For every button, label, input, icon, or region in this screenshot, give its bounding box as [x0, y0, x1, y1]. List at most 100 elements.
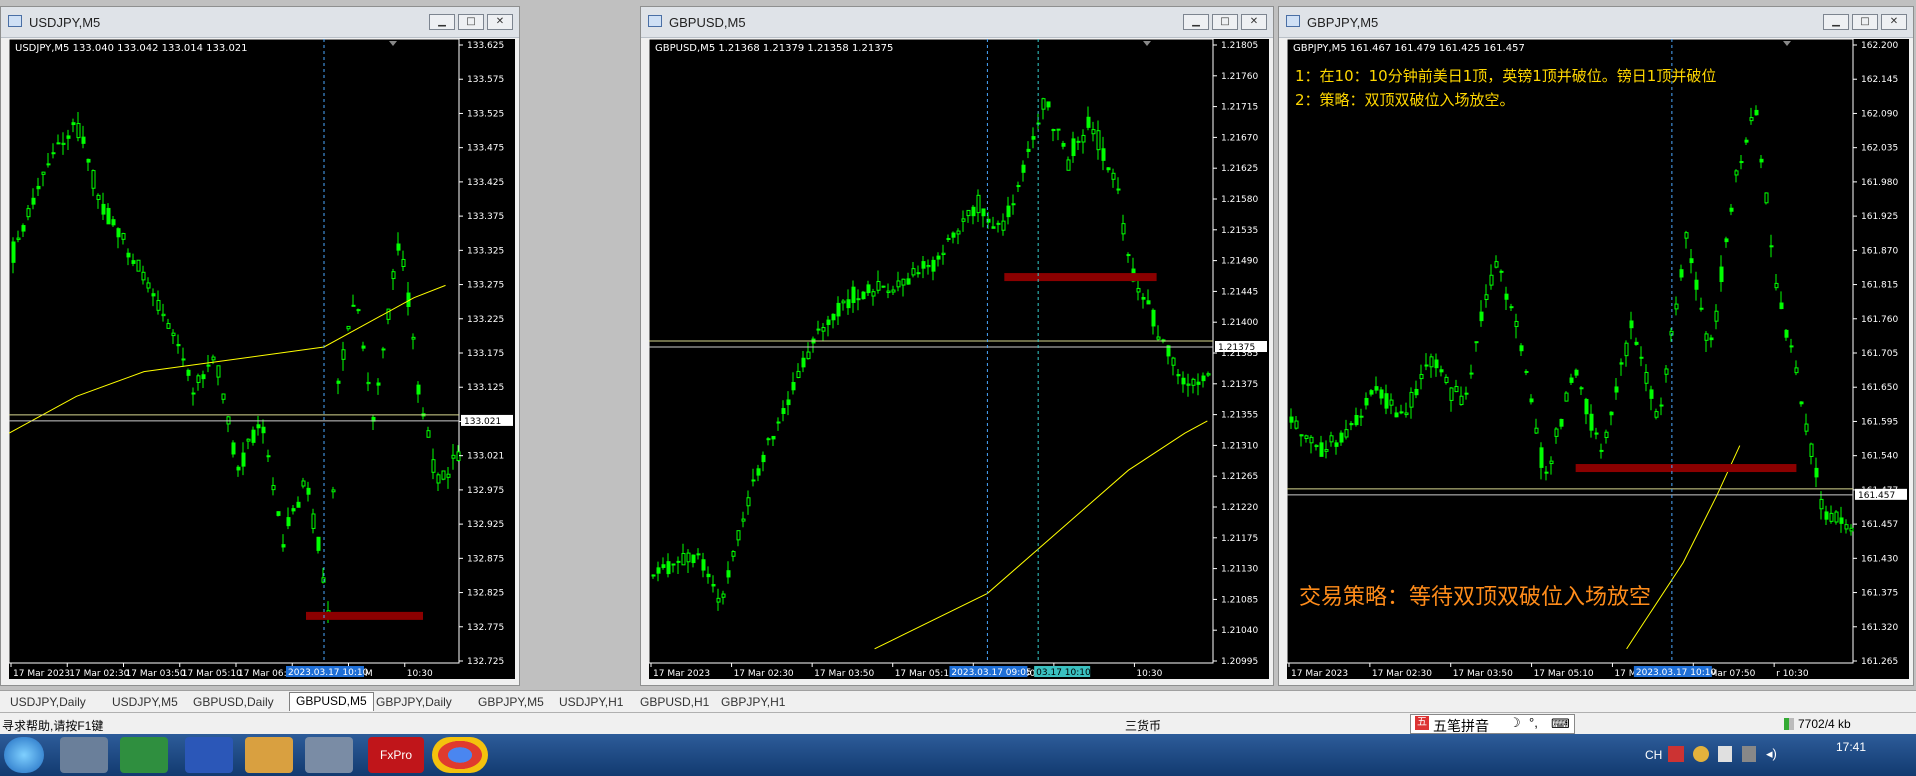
price-label: 1.21130 — [1221, 565, 1258, 575]
candle-body — [901, 278, 906, 286]
moon-icon[interactable]: ☽ — [1509, 715, 1521, 731]
price-label: 161.650 — [1861, 383, 1898, 393]
tab-gbpusd-h1[interactable]: GBPUSD,H1 — [634, 694, 715, 712]
candle-body — [1066, 159, 1071, 171]
candle-body — [706, 573, 711, 578]
close-button[interactable]: ✕ — [1881, 14, 1907, 30]
candle-body — [1539, 447, 1544, 468]
candle-body — [1519, 345, 1524, 352]
candle-body — [781, 408, 786, 414]
candle-body — [1584, 398, 1589, 415]
clock[interactable]: 17:41 — [1836, 740, 1866, 754]
ime-toolbar[interactable]: 五 五笔拼音 ☽ °, ⌨ — [1410, 714, 1575, 734]
candle-body — [681, 553, 686, 566]
candle-body — [16, 237, 21, 240]
tab-gbpjpy-daily[interactable]: GBPJPY,Daily — [370, 694, 458, 712]
candle-body — [426, 430, 431, 438]
tab-usdjpy-h1[interactable]: USDJPY,H1 — [553, 694, 629, 712]
language-indicator[interactable]: CH — [1645, 748, 1662, 762]
minimize-button[interactable]: ▁ — [1183, 14, 1209, 30]
candle-body — [411, 336, 416, 340]
minimize-button[interactable]: ▁ — [1823, 14, 1849, 30]
candle-body — [266, 455, 271, 458]
start-button[interactable] — [4, 737, 44, 773]
minimize-button[interactable]: ▁ — [429, 14, 455, 30]
candle-body — [1181, 377, 1186, 385]
maximize-button[interactable]: □ — [1212, 14, 1238, 30]
maximize-button[interactable]: □ — [458, 14, 484, 30]
candle-body — [1186, 383, 1191, 386]
price-label: 1.21580 — [1221, 195, 1258, 205]
maximize-button[interactable]: □ — [1852, 14, 1878, 30]
price-chart[interactable]: 1.21805 1.21760 1.21715 1.21670 1.21625 1.215… — [649, 39, 1269, 679]
candle-plot: 1.21805 1.21760 1.21715 1.21670 1.21625 1.215… — [649, 39, 1267, 679]
tab-usdjpy-m5[interactable]: USDJPY,M5 — [106, 694, 184, 712]
candle-body — [981, 208, 986, 217]
candle-body — [836, 302, 841, 317]
candle-body — [1439, 369, 1444, 373]
status-help-text: 寻求帮助,请按F1键 — [2, 719, 104, 733]
tab-gbpjpy-h1[interactable]: GBPJPY,H1 — [715, 694, 791, 712]
candle-body — [1304, 435, 1309, 439]
tab-gbpusd-daily[interactable]: GBPUSD,Daily — [187, 694, 280, 712]
price-label: 162.035 — [1861, 144, 1898, 154]
candle-body — [1794, 367, 1799, 374]
candle-body — [1779, 302, 1784, 310]
chart-tab-bar: USDJPY,Daily USDJPY,M5 GBPUSD,Daily GBPUSD,… — [0, 690, 1916, 713]
candle-body — [1086, 116, 1091, 128]
bid-price-label: 133.021 — [464, 417, 501, 427]
annotation-line-2: 2：策略：双顶双破位入场放空。 — [1295, 91, 1515, 109]
candle-body — [1834, 511, 1839, 523]
candle-body — [376, 382, 381, 386]
time-label: 10:30 — [407, 669, 433, 679]
calculator-icon[interactable] — [60, 737, 108, 773]
price-chart[interactable]: 162.200 162.145 162.090 162.035 161.980 161.9… — [1287, 39, 1909, 679]
paint-icon[interactable] — [245, 737, 293, 773]
word-icon[interactable] — [185, 737, 233, 773]
price-label: 133.225 — [467, 315, 504, 325]
candle-body — [191, 392, 196, 395]
chrome-icon[interactable] — [432, 737, 488, 773]
fxpro-app[interactable]: FxPro — [368, 737, 424, 773]
candle-body — [1111, 172, 1116, 180]
price-label: 1.21085 — [1221, 595, 1258, 605]
time-label: r 10:30 — [1776, 669, 1809, 679]
candle-body — [1824, 511, 1829, 520]
keyboard-icon[interactable]: ⌨ — [1551, 716, 1570, 732]
candle-body — [41, 171, 46, 175]
price-label: 133.175 — [467, 349, 504, 359]
candle-body — [1151, 309, 1156, 327]
candle-body — [1649, 389, 1654, 399]
tray-app-icon[interactable] — [1693, 746, 1709, 762]
candle-body — [931, 259, 936, 272]
window-titlebar[interactable]: GBPJPY,M5 ▁ □ ✕ — [1279, 7, 1913, 38]
candle-body — [46, 163, 51, 166]
window-titlebar[interactable]: GBPUSD,M5 ▁ □ ✕ — [641, 7, 1273, 38]
chart-window-gbpjpy[interactable]: GBPJPY,M5 ▁ □ ✕ 162.200 162.145 162.090 162… — [1278, 6, 1914, 686]
price-label: 133.375 — [467, 212, 504, 222]
window-titlebar[interactable]: USDJPY,M5 ▁ □ ✕ — [1, 7, 519, 38]
candle-body — [911, 268, 916, 276]
network-icon[interactable] — [305, 737, 353, 773]
tab-gbpusd-m5[interactable]: GBPUSD,M5 — [289, 692, 374, 711]
candle-body — [1544, 471, 1549, 474]
candle-body — [76, 123, 81, 139]
volume-icon[interactable]: ◂) — [1766, 746, 1777, 762]
candle-body — [1056, 128, 1061, 131]
network-tray-icon[interactable] — [1742, 746, 1756, 762]
punct-icon[interactable]: °, — [1529, 715, 1538, 730]
close-button[interactable]: ✕ — [1241, 14, 1267, 30]
candle-body — [1126, 254, 1131, 257]
candle-body — [381, 348, 386, 351]
tab-usdjpy-daily[interactable]: USDJPY,Daily — [4, 694, 92, 712]
close-button[interactable]: ✕ — [487, 14, 513, 30]
flag-icon[interactable] — [1718, 746, 1732, 762]
chart-window-gbpusd[interactable]: GBPUSD,M5 ▁ □ ✕ 1.21805 1.21760 1.21715 1.2… — [640, 6, 1274, 686]
ime-tray-icon[interactable] — [1668, 746, 1684, 762]
candle-body — [301, 480, 306, 487]
candle-body — [156, 299, 161, 311]
money-app-icon[interactable] — [120, 737, 168, 773]
price-chart[interactable]: 133.625 133.575 133.525 133.475 133.425 133.3… — [9, 39, 515, 679]
tab-gbpjpy-m5[interactable]: GBPJPY,M5 — [472, 694, 550, 712]
chart-window-usdjpy[interactable]: USDJPY,M5 ▁ □ ✕ 133.625 133.575 133.525 133… — [0, 6, 520, 686]
